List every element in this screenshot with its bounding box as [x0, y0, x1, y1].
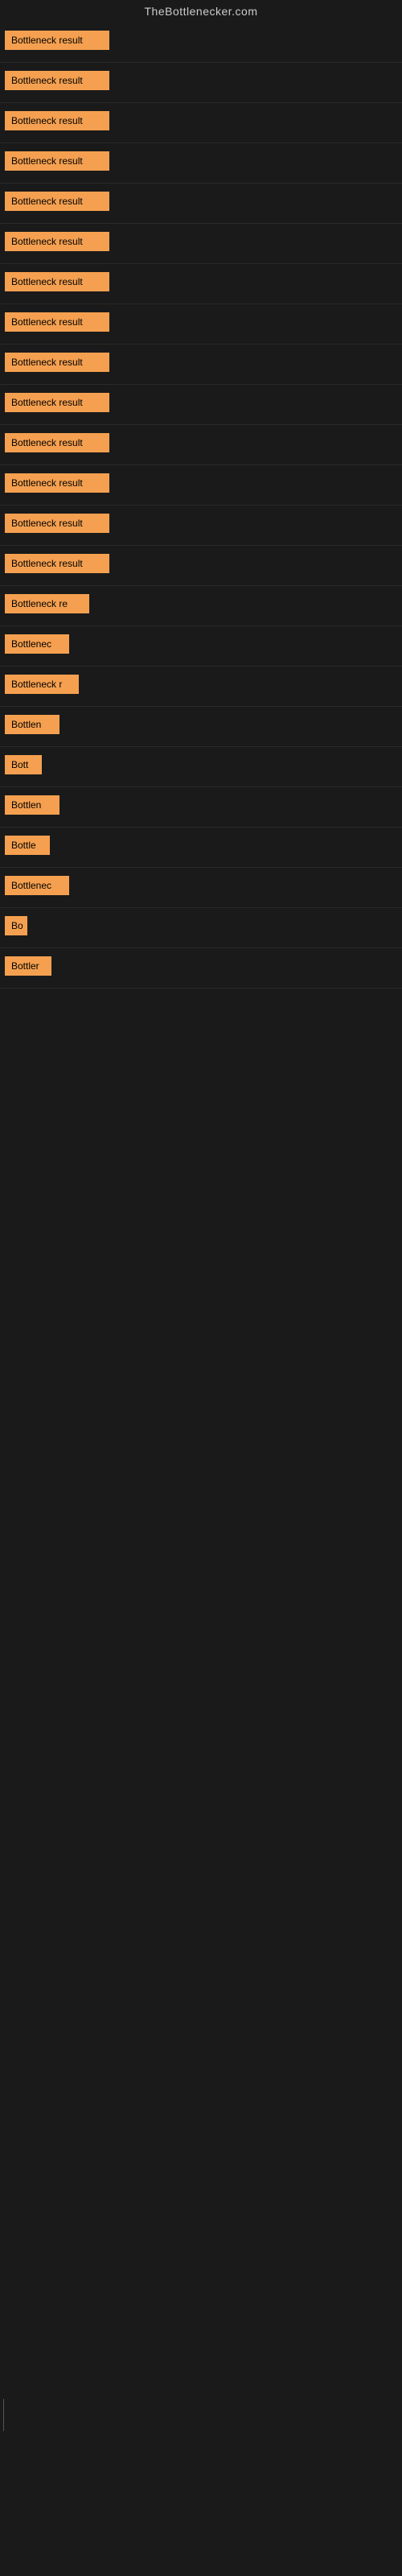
list-item[interactable]: Bottleneck result [0, 546, 402, 586]
bottleneck-bar[interactable]: Bottlen [5, 715, 59, 734]
list-item[interactable]: Bottlenec [0, 626, 402, 667]
bottleneck-bar[interactable]: Bottleneck result [5, 433, 109, 452]
bottleneck-bar[interactable]: Bottleneck result [5, 514, 109, 533]
list-item[interactable]: Bottleneck r [0, 667, 402, 707]
list-item[interactable]: Bottleneck result [0, 143, 402, 184]
list-item[interactable]: Bottler [0, 948, 402, 989]
list-item[interactable]: Bottleneck result [0, 264, 402, 304]
bottleneck-bar[interactable]: Bo [5, 916, 27, 935]
bottleneck-bar[interactable]: Bottlenec [5, 876, 69, 895]
list-item[interactable]: Bottleneck result [0, 304, 402, 345]
bottleneck-bar[interactable]: Bottleneck result [5, 393, 109, 412]
bottleneck-bar[interactable]: Bottleneck r [5, 675, 79, 694]
bottleneck-bar[interactable]: Bottleneck result [5, 473, 109, 493]
site-title-bar: TheBottlenecker.com [0, 0, 402, 23]
list-item[interactable]: Bottleneck result [0, 385, 402, 425]
bottleneck-bar[interactable]: Bottleneck result [5, 151, 109, 171]
bottleneck-bar[interactable]: Bottleneck result [5, 31, 109, 50]
list-item[interactable]: Bottlenec [0, 868, 402, 908]
bottleneck-bar[interactable]: Bottlenec [5, 634, 69, 654]
rows-container: Bottleneck result Bottleneck result Bottle… [0, 23, 402, 989]
list-item[interactable]: Bo [0, 908, 402, 948]
bottleneck-bar[interactable]: Bottleneck result [5, 192, 109, 211]
list-item[interactable]: Bottlen [0, 787, 402, 828]
list-item[interactable]: Bottleneck result [0, 506, 402, 546]
bottleneck-bar[interactable]: Bottleneck result [5, 71, 109, 90]
bottleneck-bar[interactable]: Bottleneck result [5, 353, 109, 372]
list-item[interactable]: Bottleneck result [0, 184, 402, 224]
bottleneck-bar[interactable]: Bottleneck result [5, 312, 109, 332]
bottleneck-bar[interactable]: Bottleneck re [5, 594, 89, 613]
list-item[interactable]: Bottleneck result [0, 103, 402, 143]
list-item[interactable]: Bottleneck result [0, 23, 402, 63]
list-item[interactable]: Bottleneck result [0, 345, 402, 385]
bottleneck-bar[interactable]: Bottler [5, 956, 51, 976]
list-item[interactable]: Bottle [0, 828, 402, 868]
bottleneck-bar[interactable]: Bottlen [5, 795, 59, 815]
list-item[interactable]: Bottlen [0, 707, 402, 747]
list-item[interactable]: Bottleneck result [0, 465, 402, 506]
list-item[interactable]: Bottleneck result [0, 224, 402, 264]
cursor-indicator [3, 2399, 4, 2431]
bottleneck-bar[interactable]: Bottle [5, 836, 50, 855]
bottleneck-bar[interactable]: Bottleneck result [5, 232, 109, 251]
site-title: TheBottlenecker.com [0, 0, 402, 23]
list-item[interactable]: Bott [0, 747, 402, 787]
bottleneck-bar[interactable]: Bottleneck result [5, 554, 109, 573]
bottleneck-bar[interactable]: Bottleneck result [5, 111, 109, 130]
bottleneck-bar[interactable]: Bott [5, 755, 42, 774]
list-item[interactable]: Bottleneck result [0, 63, 402, 103]
list-item[interactable]: Bottleneck re [0, 586, 402, 626]
bottleneck-bar[interactable]: Bottleneck result [5, 272, 109, 291]
list-item[interactable]: Bottleneck result [0, 425, 402, 465]
